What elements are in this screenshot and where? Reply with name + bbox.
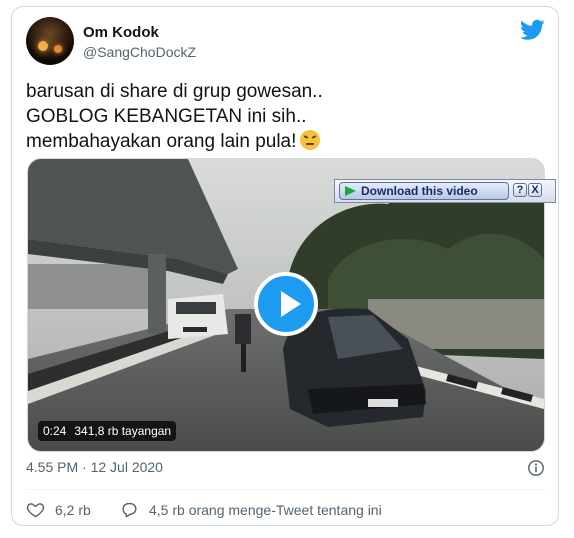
video-meta-badge: 0:24 341,8 rb tayangan bbox=[38, 421, 177, 441]
twitter-bird-icon[interactable] bbox=[520, 19, 545, 41]
conversation-text: 4,5 rb orang menge-Tweet tentang ini bbox=[149, 501, 382, 518]
download-help-button[interactable]: ? bbox=[513, 183, 527, 197]
angry-face-emoji bbox=[300, 130, 321, 150]
display-name[interactable]: Om Kodok bbox=[83, 24, 159, 41]
tweet-text: barusan di share di grup gowesan.. GOBLO… bbox=[26, 79, 526, 154]
download-video-label: Download this video bbox=[361, 184, 478, 198]
heart-icon bbox=[26, 503, 45, 518]
conversation-action[interactable]: 4,5 rb orang menge-Tweet tentang ini bbox=[120, 500, 382, 519]
like-action[interactable]: 6,2 rb bbox=[26, 500, 91, 519]
video-views: 341,8 rb tayangan bbox=[74, 424, 172, 438]
download-arrow-icon bbox=[345, 186, 356, 196]
play-button[interactable] bbox=[254, 272, 318, 336]
user-handle[interactable]: @SangChoDockZ bbox=[83, 44, 196, 60]
download-video-button[interactable]: Download this video bbox=[339, 182, 509, 200]
download-video-toolbar: Download this video ? X bbox=[334, 179, 556, 203]
tweet-line: barusan di share di grup gowesan.. bbox=[26, 81, 323, 102]
comment-icon bbox=[122, 502, 137, 518]
tweet-line: membahayakan orang lain pula! bbox=[26, 129, 526, 154]
tweet-card: Om Kodok @SangChoDockZ barusan di share … bbox=[11, 6, 559, 526]
tweet-timestamp[interactable]: 4.55 PM · 12 Jul 2020 bbox=[26, 459, 163, 475]
video-duration: 0:24 bbox=[43, 424, 67, 438]
download-close-button[interactable]: X bbox=[528, 183, 542, 197]
tweet-line: GOBLOG KEBANGETAN ini sih.. bbox=[26, 106, 307, 127]
avatar[interactable] bbox=[26, 17, 74, 65]
info-icon[interactable] bbox=[527, 459, 545, 477]
like-count: 6,2 rb bbox=[55, 501, 91, 518]
divider bbox=[26, 489, 546, 490]
